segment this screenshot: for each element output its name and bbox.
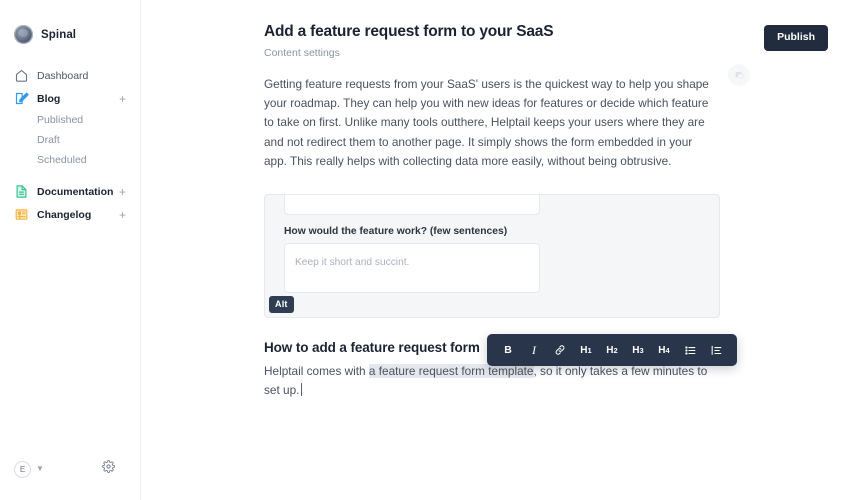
sidebar-item-documentation[interactable]: Documentation + bbox=[0, 180, 140, 203]
add-documentation-icon[interactable]: + bbox=[119, 186, 128, 198]
comment-bubble-icon bbox=[735, 71, 744, 79]
add-changelog-icon[interactable]: + bbox=[119, 209, 128, 221]
sidebar-item-label: Documentation bbox=[37, 185, 114, 198]
h3-sup: 3 bbox=[639, 345, 644, 355]
selected-text[interactable]: a feature request form template bbox=[368, 364, 534, 379]
format-toolbar: B I H1 H2 H3 H4 bbox=[487, 334, 737, 366]
sidebar-nav: Dashboard Blog + Published Draft Schedul… bbox=[0, 64, 140, 226]
body-paragraph-2[interactable]: Helptail comes with a feature request fo… bbox=[264, 362, 716, 400]
link-button[interactable] bbox=[547, 334, 573, 366]
sidebar-item-draft[interactable]: Draft bbox=[0, 130, 140, 150]
ordered-list-button[interactable] bbox=[703, 334, 729, 366]
home-icon bbox=[15, 69, 28, 82]
bold-button[interactable]: B bbox=[495, 334, 521, 366]
page-subtitle: Content settings bbox=[264, 47, 340, 59]
sidebar-item-published[interactable]: Published bbox=[0, 110, 140, 130]
alt-badge[interactable]: Alt bbox=[269, 296, 294, 314]
settings-button[interactable] bbox=[102, 460, 115, 478]
link-icon bbox=[555, 345, 565, 355]
add-blog-icon[interactable]: + bbox=[119, 93, 128, 105]
heading-2-button[interactable]: H2 bbox=[599, 334, 625, 366]
h2-label: H bbox=[606, 344, 614, 356]
bullet-list-button[interactable] bbox=[677, 334, 703, 366]
page-title: Add a feature request form to your SaaS bbox=[264, 23, 554, 40]
embedded-form-card[interactable]: How would the feature work? (few sentenc… bbox=[264, 194, 720, 319]
chevron-down-icon[interactable]: ▼ bbox=[36, 465, 44, 473]
h3-label: H bbox=[632, 344, 640, 356]
pencil-square-icon bbox=[15, 92, 29, 105]
brand[interactable]: Spinal bbox=[0, 0, 140, 44]
bullet-list-icon bbox=[684, 345, 695, 355]
sidebar-footer: E ▼ bbox=[0, 460, 141, 478]
italic-button[interactable]: I bbox=[521, 334, 547, 366]
app-root: Spinal Dashboard Blog + Published Draft bbox=[0, 0, 850, 500]
heading-1-button[interactable]: H1 bbox=[573, 334, 599, 366]
form-field-top[interactable] bbox=[284, 195, 540, 216]
sidebar: Spinal Dashboard Blog + Published Draft bbox=[0, 0, 141, 500]
sidebar-item-changelog[interactable]: Changelog + bbox=[0, 203, 140, 226]
sidebar-item-blog[interactable]: Blog + bbox=[0, 87, 140, 110]
form-field-textarea[interactable]: Keep it short and succint. bbox=[284, 243, 540, 294]
publish-button[interactable]: Publish bbox=[764, 25, 828, 51]
sidebar-item-label: Blog bbox=[37, 92, 61, 105]
sidebar-item-scheduled[interactable]: Scheduled bbox=[0, 150, 140, 170]
form-field-label: How would the feature work? (few sentenc… bbox=[284, 226, 508, 238]
spiral-logo-icon bbox=[14, 25, 33, 44]
embedded-form-fields: How would the feature work? (few sentenc… bbox=[284, 195, 540, 294]
heading-3-button[interactable]: H3 bbox=[625, 334, 651, 366]
text-caret bbox=[301, 383, 303, 397]
sidebar-item-label: Dashboard bbox=[37, 69, 89, 82]
gear-icon bbox=[102, 460, 115, 473]
paragraph2-pre: Helptail comes with bbox=[264, 364, 369, 379]
heading-4-button[interactable]: H4 bbox=[651, 334, 677, 366]
h4-label: H bbox=[658, 344, 666, 356]
sidebar-item-label: Changelog bbox=[37, 208, 92, 221]
newspaper-icon bbox=[15, 209, 28, 220]
form-field-placeholder: Keep it short and succint. bbox=[295, 257, 410, 269]
comment-button[interactable] bbox=[728, 64, 750, 86]
h2-sup: 2 bbox=[613, 345, 618, 355]
ordered-list-icon bbox=[711, 345, 721, 355]
h1-label: H bbox=[580, 344, 588, 356]
h1-sup: 1 bbox=[587, 345, 592, 355]
document-icon bbox=[16, 185, 27, 198]
avatar[interactable]: E bbox=[14, 460, 31, 478]
main-content: Publish Add a feature request form to yo… bbox=[141, 0, 850, 500]
sidebar-item-dashboard[interactable]: Dashboard bbox=[0, 64, 140, 87]
intro-paragraph[interactable]: Getting feature requests from your SaaS'… bbox=[264, 75, 716, 171]
h4-sup: 4 bbox=[665, 345, 670, 355]
brand-name: Spinal bbox=[41, 28, 77, 41]
